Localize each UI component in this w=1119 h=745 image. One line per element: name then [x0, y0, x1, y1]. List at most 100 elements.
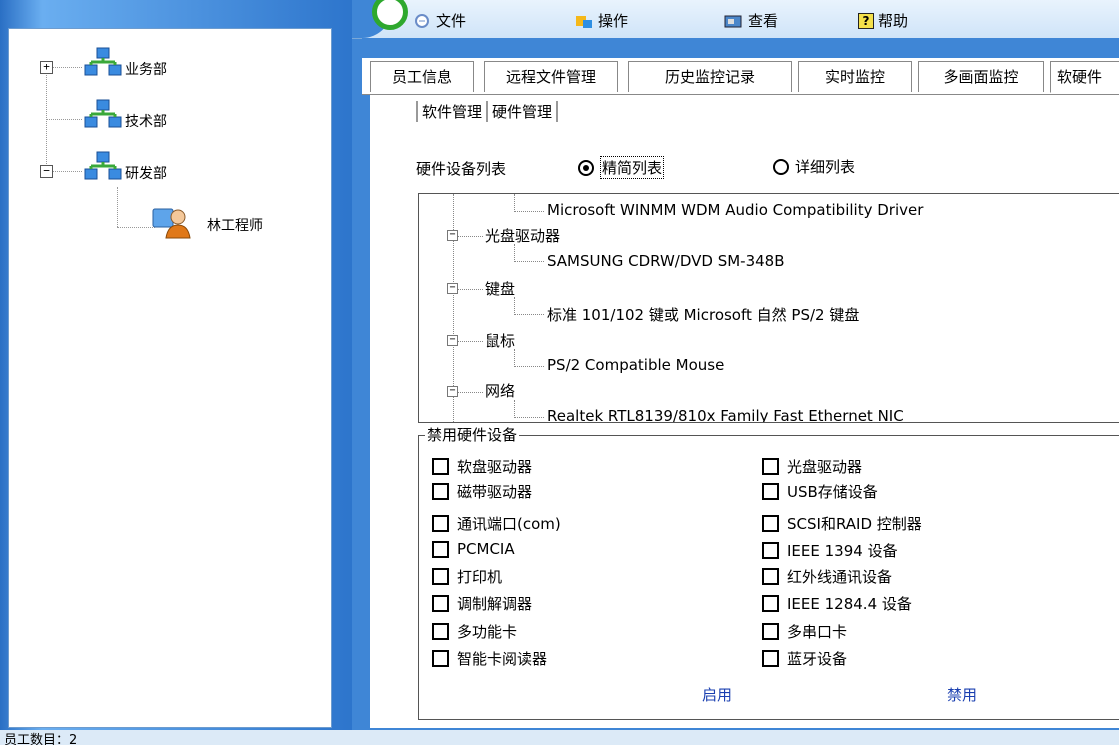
menu-operation-label: 操作 [598, 12, 629, 30]
checkbox-label: 调制解调器 [457, 595, 533, 613]
checkbox-smartcard[interactable]: 智能卡阅读器 [432, 648, 547, 669]
checkbox-bluetooth[interactable]: 蓝牙设备 [762, 648, 847, 669]
expand-toggle-sales[interactable]: + [40, 61, 53, 74]
checkbox-icon [432, 540, 449, 558]
checkbox-icon [762, 458, 779, 475]
checkbox-usb[interactable]: USB存储设备 [762, 481, 878, 502]
checkbox-multi-serial[interactable]: 多串口卡 [762, 621, 847, 642]
checkbox-printer[interactable]: 打印机 [432, 566, 502, 587]
device-leaf: 标准 101/102 键或 Microsoft 自然 PS/2 键盘 [547, 306, 860, 324]
checkbox-icon [762, 542, 779, 559]
employee-count: 员工数目：2 [4, 733, 78, 745]
checkbox-label: IEEE 1284.4 设备 [787, 595, 912, 613]
menu-help-label: 帮助 [878, 12, 909, 30]
device-group[interactable]: 键盘 [485, 278, 515, 299]
tree-item-rd[interactable]: 研发部 [125, 163, 167, 183]
tab-multiscreen[interactable]: 多画面监控 [918, 61, 1044, 92]
checkbox-icon [762, 623, 779, 640]
device-leaf: Realtek RTL8139/810x Family Fast Etherne… [547, 407, 904, 423]
tab-remote-files[interactable]: 远程文件管理 [484, 61, 618, 92]
checkbox-tape[interactable]: 磁带驱动器 [432, 481, 532, 502]
collapse-toggle[interactable]: − [447, 230, 458, 241]
checkbox-scsi-raid[interactable]: SCSI和RAID 控制器 [762, 513, 922, 534]
disable-hardware-legend: 禁用硬件设备 [425, 424, 520, 445]
checkbox-label: 通讯端口(com) [457, 515, 561, 533]
disable-button[interactable]: 禁用 [947, 684, 977, 705]
checkbox-label: 光盘驱动器 [787, 458, 863, 476]
collapse-toggle[interactable]: − [447, 386, 458, 397]
collapse-toggle-rd[interactable]: − [40, 165, 53, 178]
checkbox-optical[interactable]: 光盘驱动器 [762, 456, 862, 477]
menu-file[interactable]: 文件 [412, 10, 466, 31]
radio-selected-icon [578, 159, 594, 176]
tab-employee-info[interactable]: 员工信息 [370, 61, 474, 92]
checkbox-icon [432, 458, 449, 475]
checkbox-icon [762, 515, 779, 532]
device-group[interactable]: 鼠标 [485, 330, 515, 351]
hardware-device-list[interactable]: Microsoft WINMM WDM Audio Compatibility … [418, 193, 1119, 423]
view-icon [724, 15, 742, 27]
checkbox-pcmcia[interactable]: PCMCIA [432, 540, 515, 558]
network-group-icon [84, 151, 122, 180]
checkbox-label: IEEE 1394 设备 [787, 542, 898, 560]
checkbox-label: 软盘驱动器 [457, 458, 533, 476]
tree-item-tech[interactable]: 技术部 [125, 111, 167, 131]
checkbox-infrared[interactable]: 红外线通讯设备 [762, 566, 892, 587]
device-group[interactable]: 网络 [485, 380, 515, 401]
department-tree: + − 业务部 技术部 研发部 林工程师 [8, 28, 332, 728]
operation-icon [576, 15, 592, 28]
checkbox-label: PCMCIA [457, 540, 515, 558]
checkbox-icon [432, 483, 449, 500]
checkbox-label: SCSI和RAID 控制器 [787, 515, 922, 533]
checkbox-com-port[interactable]: 通讯端口(com) [432, 513, 561, 534]
checkbox-label: 蓝牙设备 [787, 650, 848, 668]
menu-operation[interactable]: 操作 [574, 10, 628, 31]
device-group[interactable]: 光盘驱动器 [485, 225, 560, 246]
subtab-hardware[interactable]: 硬件管理 [486, 101, 559, 122]
device-leaf: PS/2 Compatible Mouse [547, 356, 725, 374]
radio-detail-list[interactable]: 详细列表 [773, 156, 855, 177]
tab-history[interactable]: 历史监控记录 [628, 61, 792, 92]
enable-button[interactable]: 启用 [702, 684, 732, 705]
checkbox-label: 多功能卡 [457, 623, 518, 641]
checkbox-label: 多串口卡 [787, 623, 848, 641]
tab-software-hardware[interactable]: 软硬件 [1050, 61, 1119, 93]
checkbox-label: 磁带驱动器 [457, 483, 533, 501]
tree-item-employee[interactable]: 林工程师 [207, 215, 263, 235]
tab-realtime[interactable]: 实时监控 [798, 61, 912, 92]
radio-simple-list[interactable]: 精简列表 [578, 156, 665, 179]
checkbox-modem[interactable]: 调制解调器 [432, 593, 532, 614]
help-icon: ? [858, 12, 874, 29]
checkbox-label: 智能卡阅读器 [457, 650, 548, 668]
checkbox-icon [762, 650, 779, 667]
collapse-toggle[interactable]: − [447, 335, 458, 346]
checkbox-label: 红外线通讯设备 [787, 568, 893, 586]
checkbox-icon [432, 595, 449, 612]
checkbox-ieee1394[interactable]: IEEE 1394 设备 [762, 540, 898, 561]
menu-view[interactable]: 查看 [724, 10, 778, 31]
checkbox-floppy[interactable]: 软盘驱动器 [432, 456, 532, 477]
subtab-software[interactable]: 软件管理 [416, 101, 486, 122]
checkbox-icon [762, 483, 779, 500]
tab-bar: 员工信息 远程文件管理 历史监控记录 实时监控 多画面监控 软硬件 [362, 58, 1119, 95]
tree-item-sales[interactable]: 业务部 [125, 59, 167, 79]
checkbox-icon [432, 623, 449, 640]
document-icon [415, 13, 429, 28]
checkbox-icon [432, 568, 449, 585]
checkbox-multifunction[interactable]: 多功能卡 [432, 621, 517, 642]
radio-simple-label: 精简列表 [600, 156, 665, 179]
device-leaf: Microsoft WINMM WDM Audio Compatibility … [547, 201, 924, 219]
checkbox-icon [762, 595, 779, 612]
radio-detail-label: 详细列表 [795, 158, 856, 176]
checkbox-icon [432, 515, 449, 532]
menu-help[interactable]: ? 帮助 [858, 10, 908, 31]
checkbox-label: 打印机 [457, 568, 503, 586]
status-bar: 员工数目：2 [0, 730, 1119, 745]
checkbox-icon [432, 650, 449, 667]
subtab-bar: 软件管理 硬件管理 [416, 101, 559, 122]
checkbox-icon [762, 568, 779, 585]
menu-view-label: 查看 [748, 12, 779, 30]
checkbox-ieee1284[interactable]: IEEE 1284.4 设备 [762, 593, 912, 614]
collapse-toggle[interactable]: − [447, 283, 458, 294]
radio-unselected-icon [773, 158, 789, 175]
